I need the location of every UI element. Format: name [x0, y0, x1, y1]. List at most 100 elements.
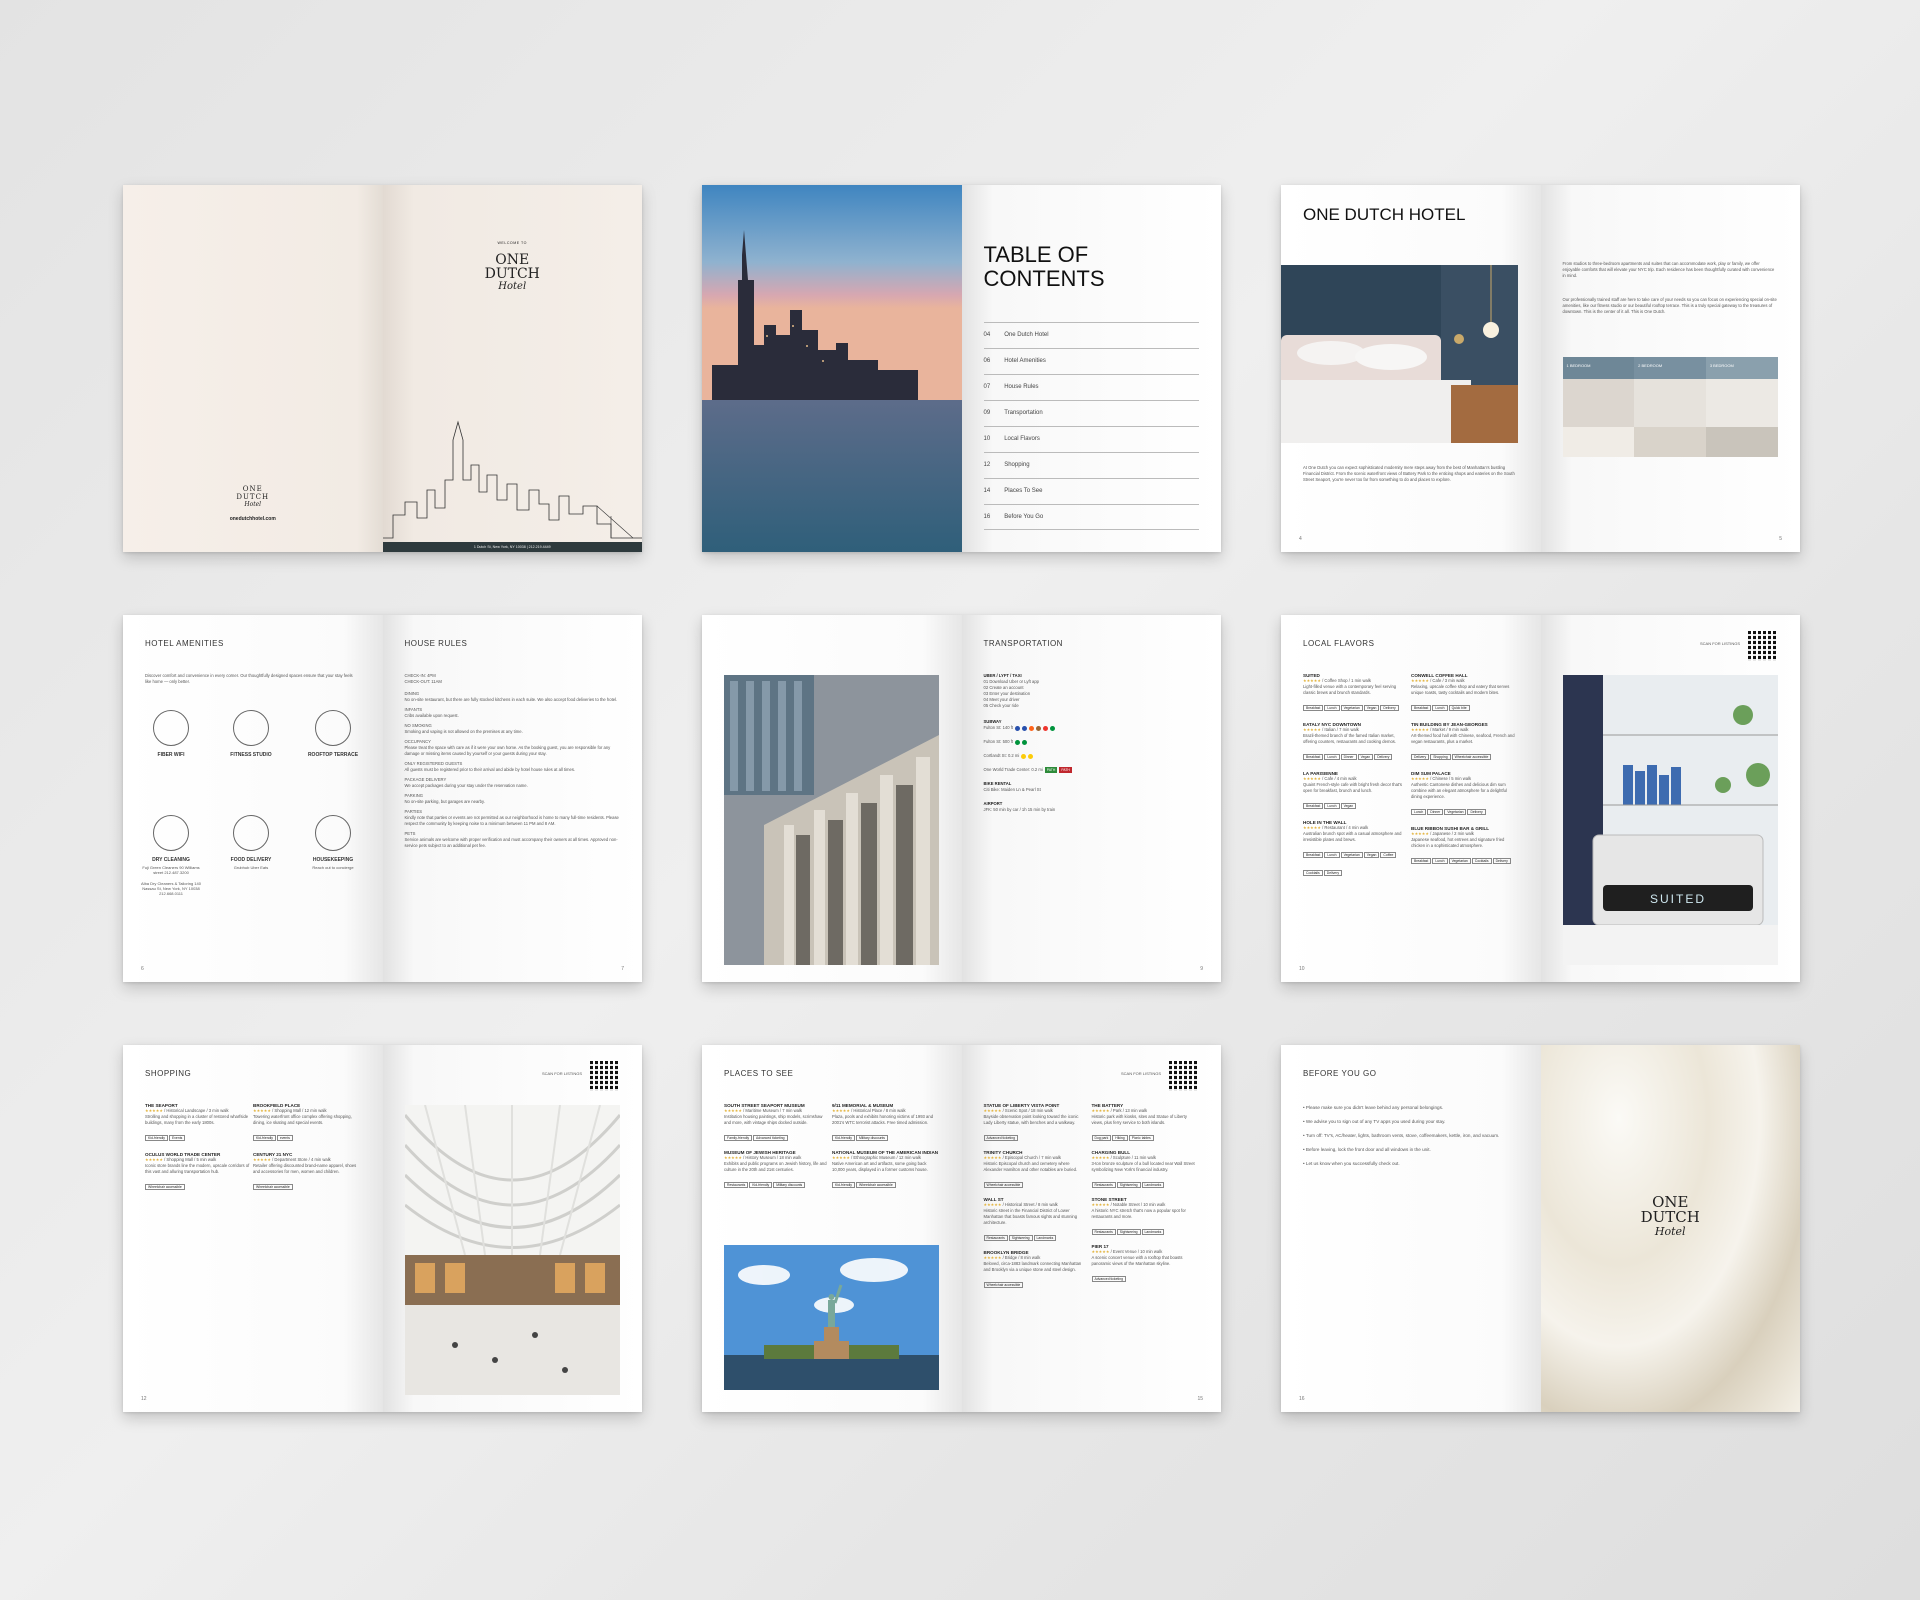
listing-meta: / Historical Place / 8 min walk — [851, 1108, 906, 1113]
listing[interactable]: LA PARISIENNE ★★★★★ / Cafe / 4 min walk … — [1303, 771, 1408, 812]
listing-tag: Lunch — [1324, 803, 1340, 809]
unit-photo-3[interactable]: 3 BEDROOM — [1705, 357, 1778, 457]
toc-label: Local Flavors — [1004, 436, 1040, 442]
rule-text: Kindly note that parties or events are n… — [404, 815, 619, 826]
amenity-housekeeping: HOUSEKEEPING Reach out to concierge — [303, 815, 363, 870]
listing[interactable]: THE BATTERY ★★★★★ / Park / 13 min walk H… — [1091, 1103, 1200, 1144]
listing[interactable]: CONWELL COFFEE HALL ★★★★★ / Cafe / 3 min… — [1411, 673, 1519, 714]
listing-meta: / Ethnographic Museum / 12 min walk — [851, 1155, 921, 1160]
page-number: 15 — [1197, 1396, 1203, 1402]
unit-photo-1[interactable]: 1 BEDROOM — [1562, 357, 1635, 457]
hotel-staff-text: Our professionally trained staff are her… — [1562, 297, 1777, 314]
listing-tag: Breakfast — [1411, 858, 1432, 864]
welcome-text: WELCOME TO — [497, 241, 527, 245]
listing[interactable]: STATUE OF LIBERTY VISTA POINT ★★★★★ / Sc… — [983, 1103, 1089, 1144]
shopping-photo-page: SCAN FOR LISTINGS — [382, 1045, 642, 1412]
listing-tag: Vegan — [1363, 705, 1380, 711]
rating-stars: ★★★★★ — [1303, 678, 1321, 683]
subway-line-icon — [1015, 739, 1021, 745]
listing[interactable]: TIN BUILDING BY JEAN-GEORGES ★★★★★ / Mar… — [1411, 722, 1519, 763]
path-badge: PATH — [1044, 767, 1058, 773]
page-title: HOTEL AMENITIES — [145, 639, 224, 648]
listing[interactable]: STONE STREET ★★★★★ / Notable Street / 10… — [1091, 1197, 1200, 1238]
cafe-photo: SUITED — [1562, 675, 1778, 965]
listing[interactable]: DIM SUM PALACE ★★★★★ / Chinese / 5 min w… — [1411, 771, 1519, 818]
unit-photo-2[interactable]: 2 BEDROOM — [1634, 357, 1706, 457]
listing[interactable]: CHARGING BULL ★★★★★ / Sculpture / 11 min… — [1091, 1150, 1200, 1191]
listing[interactable]: SUITED ★★★★★ / Coffee Shop / 1 min walk … — [1303, 673, 1408, 714]
listing-tag: Kid-friendly — [749, 1182, 773, 1188]
listing[interactable]: SOUTH STREET SEAPORT MUSEUM ★★★★★ / Mari… — [724, 1103, 829, 1144]
listing[interactable]: HOLE IN THE WALL ★★★★★ / Restaurant / 4 … — [1303, 820, 1408, 879]
listing-meta: / Restaurant / 4 min walk — [1322, 825, 1369, 830]
rating-stars: ★★★★★ — [1303, 825, 1321, 830]
before-item: • Please make sure you didn't leave behi… — [1303, 1105, 1444, 1110]
flavors-col-1: SUITED ★★★★★ / Coffee Shop / 1 min walk … — [1303, 673, 1408, 879]
subway-line-icon — [1022, 739, 1028, 745]
building-photo-page — [702, 615, 962, 982]
rating-stars: ★★★★★ — [832, 1108, 850, 1113]
page-number: 4 — [1299, 536, 1302, 542]
toc-item[interactable]: 06 Hotel Amenities — [983, 348, 1199, 373]
toc-item[interactable]: 16 Before You Go — [983, 504, 1199, 529]
spread-local-flavors: LOCAL FLAVORS SUITED ★★★★★ / Coffee Shop… — [1281, 615, 1800, 982]
logo-line2: DUTCH — [236, 493, 270, 501]
amenity-sub: Fuji Green Cleaners 90 Williams street 2… — [142, 865, 200, 875]
listing-desc: Exhibits and public programs on Jewish h… — [724, 1161, 827, 1172]
listing[interactable]: NATIONAL MUSEUM OF THE AMERICAN INDIAN ★… — [832, 1150, 940, 1191]
cafe-sign: SUITED — [1649, 892, 1705, 906]
listing-desc: Retailer offering discounted brand-name … — [253, 1163, 357, 1174]
listing[interactable]: WALL ST ★★★★★ / Historical Street / 8 mi… — [983, 1197, 1089, 1244]
page-title: TRANSPORTATION — [983, 639, 1063, 648]
listing-tag: Landmarks — [1141, 1229, 1165, 1235]
logo-script: Hotel — [244, 501, 262, 508]
listing[interactable]: BROOKLYN BRIDGE ★★★★★ / Bridge / 8 min w… — [983, 1250, 1089, 1291]
rating-stars: ★★★★★ — [983, 1155, 1002, 1160]
listing-meta: / Coffee Shop / 1 min walk — [1322, 678, 1371, 683]
listing[interactable]: EATALY NYC DOWNTOWN ★★★★★ / Italian / 7 … — [1303, 722, 1408, 763]
listing[interactable]: TRINITY CHURCH ★★★★★ / Episcopal Church … — [983, 1150, 1089, 1191]
listing[interactable]: MUSEUM OF JEWISH HERITAGE ★★★★★ / Histor… — [724, 1150, 829, 1191]
listing-tag: Vegetarian — [1340, 705, 1363, 711]
amenity-dry-cleaning: DRY CLEANING Fuji Green Cleaners 90 Willi… — [141, 815, 201, 896]
toc-item[interactable]: 07 House Rules — [983, 374, 1199, 399]
listing[interactable]: OCULUS WORLD TRADE CENTER ★★★★★ / Shoppi… — [145, 1152, 250, 1193]
toc-num: 10 — [983, 436, 991, 442]
listing-desc: Beloved, circa-1883 landmark connecting … — [983, 1261, 1082, 1272]
listing-desc: A historic NYC stretch that's now a popu… — [1091, 1208, 1186, 1219]
before-item-text: Let us know when you successfully check … — [1305, 1161, 1400, 1166]
listing-meta: / Chinese / 5 min walk — [1430, 776, 1472, 781]
subway-line-icon — [1021, 753, 1027, 759]
toc-item[interactable]: 04 One Dutch Hotel — [983, 322, 1199, 347]
listing-tag: Wheelchair accessible — [983, 1282, 1024, 1288]
listing-tag: Vegetarian — [1444, 809, 1467, 815]
hotel-body-text: At One Dutch you can expect sophisticate… — [1303, 465, 1515, 482]
subway-line-icon — [1022, 725, 1028, 731]
toc-item[interactable]: 09 Transportation — [983, 400, 1199, 425]
listing-meta: / History Museum / 18 min walk — [743, 1155, 802, 1160]
page-title: ONE DUTCH HOTEL — [1303, 205, 1466, 224]
toc-label: Transportation — [1004, 410, 1043, 416]
qr-code-icon[interactable] — [1169, 1061, 1199, 1091]
listing[interactable]: BLUE RIBBON SUSHI BAR & GRILL ★★★★★ / Ja… — [1411, 826, 1519, 867]
amenity-rooftop: ROOFTOP TERRACE — [303, 710, 363, 758]
listing[interactable]: BROOKFIELD PLACE ★★★★★ / Shopping Mall /… — [253, 1103, 361, 1144]
toc-item[interactable]: 14 Places To See — [983, 478, 1199, 503]
listing-tag: Breakfast — [1303, 754, 1324, 760]
flavors-page: LOCAL FLAVORS SUITED ★★★★★ / Coffee Shop… — [1281, 615, 1541, 982]
qr-code-icon[interactable] — [1748, 631, 1778, 661]
subway-row: Fulton St: 140 ft — [984, 725, 1199, 731]
flavors-photo-page: SCAN FOR LISTINGS SUITED — [1540, 615, 1800, 982]
cover-back-page: ONE DUTCH Hotel onedutchhotel.com — [123, 185, 383, 552]
listing[interactable]: PIER 17 ★★★★★ / Event Venue / 10 min wal… — [1091, 1244, 1200, 1285]
listing[interactable]: 9/11 MEMORIAL & MUSEUM ★★★★★ / Historica… — [832, 1103, 940, 1144]
listing-tag: Wheelchair accessible — [983, 1182, 1024, 1188]
toc-item[interactable]: 12 Shopping — [983, 452, 1199, 477]
amenity-sub: Grubhub Uber Eats — [233, 865, 269, 870]
rating-stars: ★★★★★ — [983, 1255, 1002, 1260]
listing[interactable]: CENTURY 21 NYC ★★★★★ / Department Store … — [253, 1152, 361, 1193]
listing[interactable]: THE SEAPORT ★★★★★ / Historical Landscape… — [145, 1103, 250, 1144]
toc-item[interactable]: 10 Local Flavors — [983, 426, 1199, 451]
qr-code-icon[interactable] — [590, 1061, 620, 1091]
listing-tag: Hiking — [1112, 1135, 1128, 1141]
